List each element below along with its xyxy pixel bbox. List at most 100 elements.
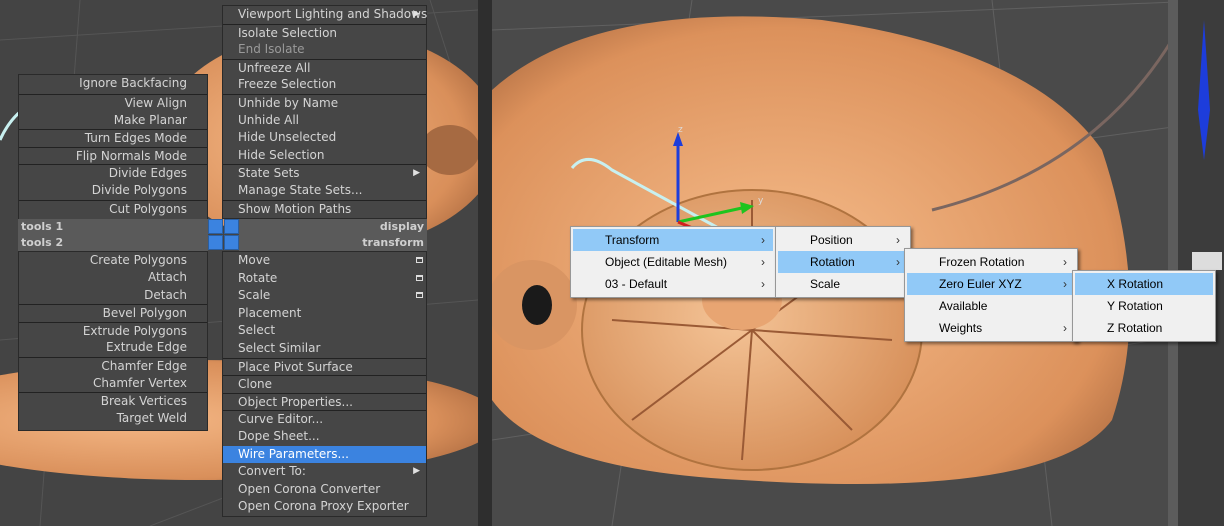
menu-item-flip-normals-mode[interactable]: Flip Normals Mode bbox=[19, 146, 207, 165]
menu-item-state-sets-label: State Sets bbox=[238, 166, 300, 181]
menu-item-transform[interactable]: Transform › bbox=[573, 229, 773, 251]
menu-item-y-rotation[interactable]: Y Rotation bbox=[1075, 295, 1213, 317]
quad-header-transform: transform bbox=[239, 235, 427, 251]
menu-item-zero-euler-xyz-label: Zero Euler XYZ bbox=[939, 277, 1022, 291]
menu-item-clone[interactable]: Clone bbox=[223, 375, 426, 393]
menu-item-divide-polygons[interactable]: Divide Polygons bbox=[19, 182, 207, 200]
menu-item-available[interactable]: Available bbox=[907, 295, 1075, 317]
settings-box-icon[interactable] bbox=[416, 257, 423, 263]
menu-item-chamfer-edge[interactable]: Chamfer Edge bbox=[19, 356, 207, 375]
submenu-arrow-icon: ▶ bbox=[413, 9, 420, 19]
menu-item-select-similar[interactable]: Select Similar bbox=[223, 340, 426, 358]
quad-header-display: display bbox=[239, 219, 427, 235]
menu-item-position-label: Position bbox=[810, 233, 853, 247]
menu-item-position[interactable]: Position › bbox=[778, 229, 908, 251]
menu-item-rotate-label: Rotate bbox=[238, 270, 278, 285]
menu-item-view-align[interactable]: View Align bbox=[19, 94, 207, 112]
menu-item-open-corona-converter[interactable]: Open Corona Converter bbox=[223, 481, 426, 499]
chevron-right-icon: › bbox=[896, 255, 900, 269]
quad-center-tr[interactable] bbox=[224, 219, 239, 234]
menu-item-move[interactable]: Move bbox=[223, 252, 426, 270]
menu-item-end-isolate: End Isolate bbox=[238, 42, 305, 57]
menu-item-move-label: Move bbox=[238, 253, 271, 267]
quad-header-tools2: tools 2 bbox=[18, 235, 208, 251]
menu-item-curve-editor[interactable]: Curve Editor... bbox=[223, 410, 426, 428]
context-menu-3: Frozen Rotation › Zero Euler XYZ › Availab… bbox=[904, 248, 1078, 342]
chevron-right-icon: › bbox=[1063, 321, 1067, 335]
menu-item-create-polygons[interactable]: Create Polygons bbox=[19, 252, 207, 269]
menu-item-bevel-polygon[interactable]: Bevel Polygon bbox=[19, 304, 207, 322]
menu-item-frozen-rotation[interactable]: Frozen Rotation › bbox=[907, 251, 1075, 273]
menu-item-chamfer-vertex[interactable]: Chamfer Vertex bbox=[19, 375, 207, 393]
menu-item-hide-selection[interactable]: Hide Selection bbox=[223, 147, 426, 165]
context-menu-4: X Rotation Y Rotation Z Rotation bbox=[1072, 270, 1216, 342]
submenu-arrow-icon: ▶ bbox=[413, 168, 420, 179]
settings-box-icon[interactable] bbox=[416, 274, 423, 281]
chevron-right-icon: › bbox=[761, 233, 765, 247]
left-viewport[interactable]: Ignore Backfacing View Align Make Planar… bbox=[0, 0, 478, 526]
gizmo-label-y: y bbox=[758, 196, 764, 206]
menu-item-make-planar[interactable]: Make Planar bbox=[19, 112, 207, 130]
menu-item-dope-sheet[interactable]: Dope Sheet... bbox=[223, 428, 426, 446]
menu-item-extrude-edge[interactable]: Extrude Edge bbox=[19, 339, 207, 357]
menu-item-transform-label: Transform bbox=[605, 233, 660, 247]
quad-center-tl[interactable] bbox=[208, 219, 223, 234]
menu-item-break-vertices[interactable]: Break Vertices bbox=[19, 392, 207, 410]
menu-item-z-rotation[interactable]: Z Rotation bbox=[1075, 317, 1213, 339]
menu-item-convert-to[interactable]: Convert To: ▶ bbox=[223, 463, 426, 481]
settings-box-icon[interactable] bbox=[416, 292, 423, 299]
menu-item-object-editable-mesh[interactable]: Object (Editable Mesh) › bbox=[573, 251, 773, 273]
menu-item-isolate-selection[interactable]: Isolate Selection bbox=[223, 23, 426, 42]
menu-item-scale-label: Scale bbox=[238, 288, 271, 303]
submenu-arrow-icon: ▶ bbox=[413, 466, 420, 477]
menu-item-scale[interactable]: Scale bbox=[778, 273, 908, 295]
menu-item-viewport-lighting[interactable]: Viewport Lighting and Shadows ▶ bbox=[223, 6, 428, 24]
menu-item-freeze-selection[interactable]: Freeze Selection bbox=[223, 76, 426, 94]
menu-item-unfreeze-all[interactable]: Unfreeze All bbox=[223, 58, 426, 77]
menu-item-frozen-rotation-label: Frozen Rotation bbox=[939, 255, 1025, 269]
viewport-divider bbox=[478, 0, 492, 526]
menu-item-ignore-backfacing[interactable]: Ignore Backfacing bbox=[19, 75, 207, 94]
menu-item-state-sets[interactable]: State Sets ▶ bbox=[223, 164, 426, 182]
menu-item-scale[interactable]: Scale bbox=[223, 287, 426, 305]
menu-item-rotate[interactable]: Rotate bbox=[223, 270, 426, 288]
menu-item-hide-unselected[interactable]: Hide Unselected bbox=[223, 129, 426, 147]
quad-center-bl[interactable] bbox=[208, 235, 223, 250]
menu-item-x-rotation[interactable]: X Rotation bbox=[1075, 273, 1213, 295]
quad-center-br[interactable] bbox=[224, 235, 239, 250]
menu-item-object-editable-mesh-label: Object (Editable Mesh) bbox=[605, 255, 728, 269]
menu-item-placement[interactable]: Placement bbox=[223, 305, 426, 323]
menu-item-wire-parameters[interactable]: Wire Parameters... bbox=[223, 445, 426, 464]
chevron-right-icon: › bbox=[761, 255, 765, 269]
context-menu-1: Transform › Object (Editable Mesh) › 03 - … bbox=[570, 226, 776, 298]
viewcube-icon bbox=[1192, 252, 1222, 270]
menu-item-show-motion-paths[interactable]: Show Motion Paths bbox=[223, 199, 426, 218]
menu-item-extrude-polygons[interactable]: Extrude Polygons bbox=[19, 321, 207, 340]
menu-item-attach[interactable]: Attach bbox=[19, 269, 207, 287]
menu-item-weights-label: Weights bbox=[939, 321, 983, 335]
menu-item-viewport-lighting-label: Viewport Lighting and Shadows bbox=[238, 7, 428, 21]
menu-item-divide-edges[interactable]: Divide Edges bbox=[19, 164, 207, 182]
menu-item-rotation[interactable]: Rotation › bbox=[778, 251, 908, 273]
menu-item-target-weld[interactable]: Target Weld bbox=[19, 410, 207, 428]
menu-item-zero-euler-xyz[interactable]: Zero Euler XYZ › bbox=[907, 273, 1075, 295]
context-menu-2: Position › Rotation › Scale bbox=[775, 226, 911, 298]
menu-item-03-default[interactable]: 03 - Default › bbox=[573, 273, 773, 295]
menu-item-unhide-all[interactable]: Unhide All bbox=[223, 112, 426, 130]
menu-item-place-pivot-surface[interactable]: Place Pivot Surface bbox=[223, 357, 426, 376]
menu-item-manage-state-sets[interactable]: Manage State Sets... bbox=[223, 182, 426, 200]
menu-item-convert-to-label: Convert To: bbox=[238, 464, 306, 479]
menu-item-open-corona-proxy-exporter[interactable]: Open Corona Proxy Exporter bbox=[223, 498, 426, 516]
quad-tools1-panel: Ignore Backfacing View Align Make Planar… bbox=[18, 74, 208, 225]
menu-item-unhide-by-name[interactable]: Unhide by Name bbox=[223, 93, 426, 112]
quad-display-panel: Viewport Lighting and Shadows ▶ Isolate S… bbox=[222, 5, 427, 219]
menu-item-turn-edges-mode[interactable]: Turn Edges Mode bbox=[19, 129, 207, 147]
right-viewport[interactable]: z y x Transform› Object (Editable Mesh)›… bbox=[492, 0, 1224, 526]
gizmo-label-z: z bbox=[678, 125, 683, 135]
menu-item-select[interactable]: Select bbox=[223, 322, 426, 340]
menu-item-03-default-label: 03 - Default bbox=[605, 277, 668, 291]
menu-item-object-properties[interactable]: Object Properties... bbox=[223, 392, 426, 411]
menu-item-detach[interactable]: Detach bbox=[19, 287, 207, 305]
menu-item-weights[interactable]: Weights › bbox=[907, 317, 1075, 339]
menu-item-cut-polygons[interactable]: Cut Polygons bbox=[19, 199, 207, 218]
